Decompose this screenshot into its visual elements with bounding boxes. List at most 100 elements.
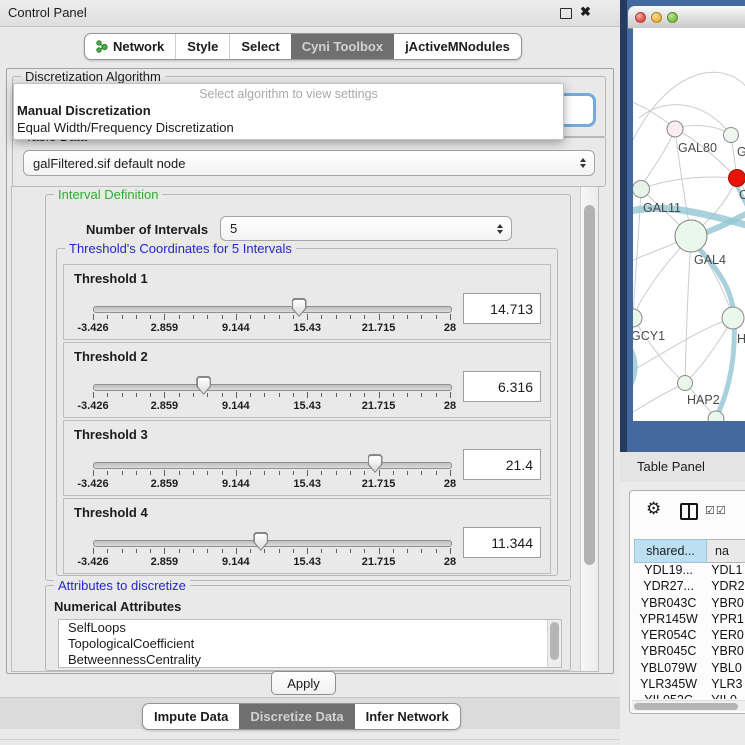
table-cell: YER054C (634, 628, 703, 644)
network-edge[interactable] (685, 236, 691, 383)
tick-mark (222, 393, 223, 397)
threshold-slider-thumb[interactable] (368, 454, 383, 473)
settings-scrollbar[interactable] (580, 187, 598, 671)
table-row[interactable]: YBR043CYBR0 (634, 596, 745, 612)
threshold-label: Threshold 2 (74, 349, 148, 364)
table-row[interactable]: YPR145WYPR1 (634, 612, 745, 628)
network-edge[interactable] (641, 177, 737, 189)
bottom-tab-discretize-data[interactable]: Discretize Data (239, 704, 354, 729)
table-row[interactable]: YLR345WYLR3 (634, 677, 745, 693)
number-of-intervals-combo[interactable]: 5 (220, 216, 512, 241)
tick-mark (379, 548, 380, 554)
network-edge[interactable] (641, 129, 675, 189)
network-node[interactable] (729, 170, 745, 187)
tick-mark (350, 549, 351, 553)
table-row[interactable]: YDR27...YDR2 (634, 579, 745, 595)
cyni-bottom-tabbar: Impute DataDiscretize DataInfer Network (142, 703, 461, 730)
tick-mark (407, 471, 408, 475)
tick-mark (436, 315, 437, 319)
algorithm-option-manual-discretization[interactable]: Manual Discretization (14, 102, 563, 119)
tick-mark (450, 548, 451, 554)
tab-select[interactable]: Select (229, 34, 290, 59)
bottom-tab-impute-data[interactable]: Impute Data (143, 704, 239, 729)
attributes-scrollbar-thumb[interactable] (550, 622, 559, 660)
network-edge-thick[interactable] (633, 350, 635, 390)
tick-mark (293, 549, 294, 553)
network-edge[interactable] (633, 318, 685, 383)
column-header-1[interactable]: shared... (634, 539, 707, 563)
numerical-attributes-list: SelfLoopsTopologicalCoefficientBetweenne… (58, 619, 562, 668)
float-window-icon[interactable] (560, 8, 572, 19)
checkboxes-icon[interactable]: ☑☑ (705, 504, 727, 517)
attribute-item-topologicalcoefficient[interactable]: TopologicalCoefficient (59, 636, 561, 652)
attribute-item-selfloops[interactable]: SelfLoops (59, 620, 561, 636)
threshold-slider-track[interactable] (93, 540, 452, 547)
table-hscrollbar-thumb[interactable] (634, 703, 738, 710)
settings-scrollbar-thumb[interactable] (584, 205, 595, 565)
network-canvas[interactable]: GAL80GGAL11GAL4GCY1HHAP2C (633, 28, 745, 421)
table-cell: YBR0 (703, 596, 745, 612)
scale-label: 9.144 (222, 556, 250, 568)
tab-label: Select (241, 39, 279, 54)
threshold-value-field[interactable]: 14.713 (463, 293, 541, 324)
threshold-slider-track[interactable] (93, 306, 452, 313)
network-node[interactable] (722, 307, 744, 329)
algorithm-dropdown-popup: Select algorithm to view settings Manual… (13, 83, 564, 140)
tick-mark (364, 393, 365, 397)
tick-mark (207, 393, 208, 397)
network-edge[interactable] (633, 318, 733, 373)
attributes-scrollbar[interactable] (547, 620, 561, 667)
table-row[interactable]: YDL19...YDL1 (634, 563, 745, 579)
threshold-value-field[interactable]: 6.316 (463, 371, 541, 402)
network-edge[interactable] (633, 383, 685, 416)
tick-mark (364, 471, 365, 475)
network-node[interactable] (633, 309, 642, 327)
threshold-label: Threshold 3 (74, 427, 148, 442)
close-icon[interactable]: ✖ (580, 4, 591, 20)
table-cell: YDR2 (703, 579, 745, 595)
column-header-2[interactable]: na (707, 539, 745, 563)
traffic-light-close[interactable] (635, 12, 646, 23)
control-panel-titlebar: Control Panel ✖ (0, 0, 620, 27)
table-hscrollbar[interactable] (632, 700, 745, 711)
scale-label: -3.426 (77, 322, 108, 334)
table-column-headers: shared...na (634, 539, 745, 563)
scale-label: 15.43 (293, 478, 321, 490)
tick-mark (236, 314, 237, 320)
tab-jactivemnodules[interactable]: jActiveMNodules (394, 34, 521, 59)
table-data-combo[interactable]: galFiltered.sif default node (23, 150, 595, 176)
tab-style[interactable]: Style (175, 34, 229, 59)
tab-cyni-toolbox[interactable]: Cyni Toolbox (291, 34, 394, 59)
traffic-light-minimize[interactable] (651, 12, 662, 23)
network-window-titlebar[interactable] (628, 6, 745, 29)
table-cell: YBR043C (634, 596, 703, 612)
table-row[interactable]: YBR045CYBR0 (634, 644, 745, 660)
algorithm-option-equal-width-frequency-discretization[interactable]: Equal Width/Frequency Discretization (14, 119, 563, 136)
network-node[interactable] (633, 181, 650, 198)
network-node[interactable] (667, 121, 683, 137)
threshold-value-field[interactable]: 11.344 (463, 527, 541, 558)
bottom-tab-infer-network[interactable]: Infer Network (355, 704, 460, 729)
network-node[interactable] (678, 376, 693, 391)
tick-mark (421, 393, 422, 397)
traffic-light-zoom[interactable] (667, 12, 678, 23)
apply-button[interactable]: Apply (271, 671, 336, 695)
table-row[interactable]: YBL079WYBL0 (634, 661, 745, 677)
network-node[interactable] (675, 220, 707, 252)
threshold-slider-thumb[interactable] (253, 532, 268, 551)
bottom-divider (0, 739, 620, 740)
threshold-slider-track[interactable] (93, 462, 452, 469)
columns-icon[interactable] (680, 503, 698, 520)
table-row[interactable]: YIL052CYIL0 (634, 693, 745, 699)
app-root: Control Panel ✖ NetworkStyle Select Cyni T… (0, 0, 745, 745)
table-row[interactable]: YER054CYER0 (634, 628, 745, 644)
threshold-value-field[interactable]: 21.4 (463, 449, 541, 480)
network-node[interactable] (724, 128, 739, 143)
table-data-groupbox: Table Data galFiltered.sif default node (12, 136, 606, 187)
attribute-item-betweennesscentrality[interactable]: BetweennessCentrality (59, 652, 561, 668)
tab-network[interactable]: Network (85, 34, 175, 59)
gear-icon[interactable]: ⚙ (646, 499, 661, 519)
threshold-slider-track[interactable] (93, 384, 452, 391)
network-edge[interactable] (639, 105, 731, 135)
threshold-slider-thumb[interactable] (196, 376, 211, 395)
